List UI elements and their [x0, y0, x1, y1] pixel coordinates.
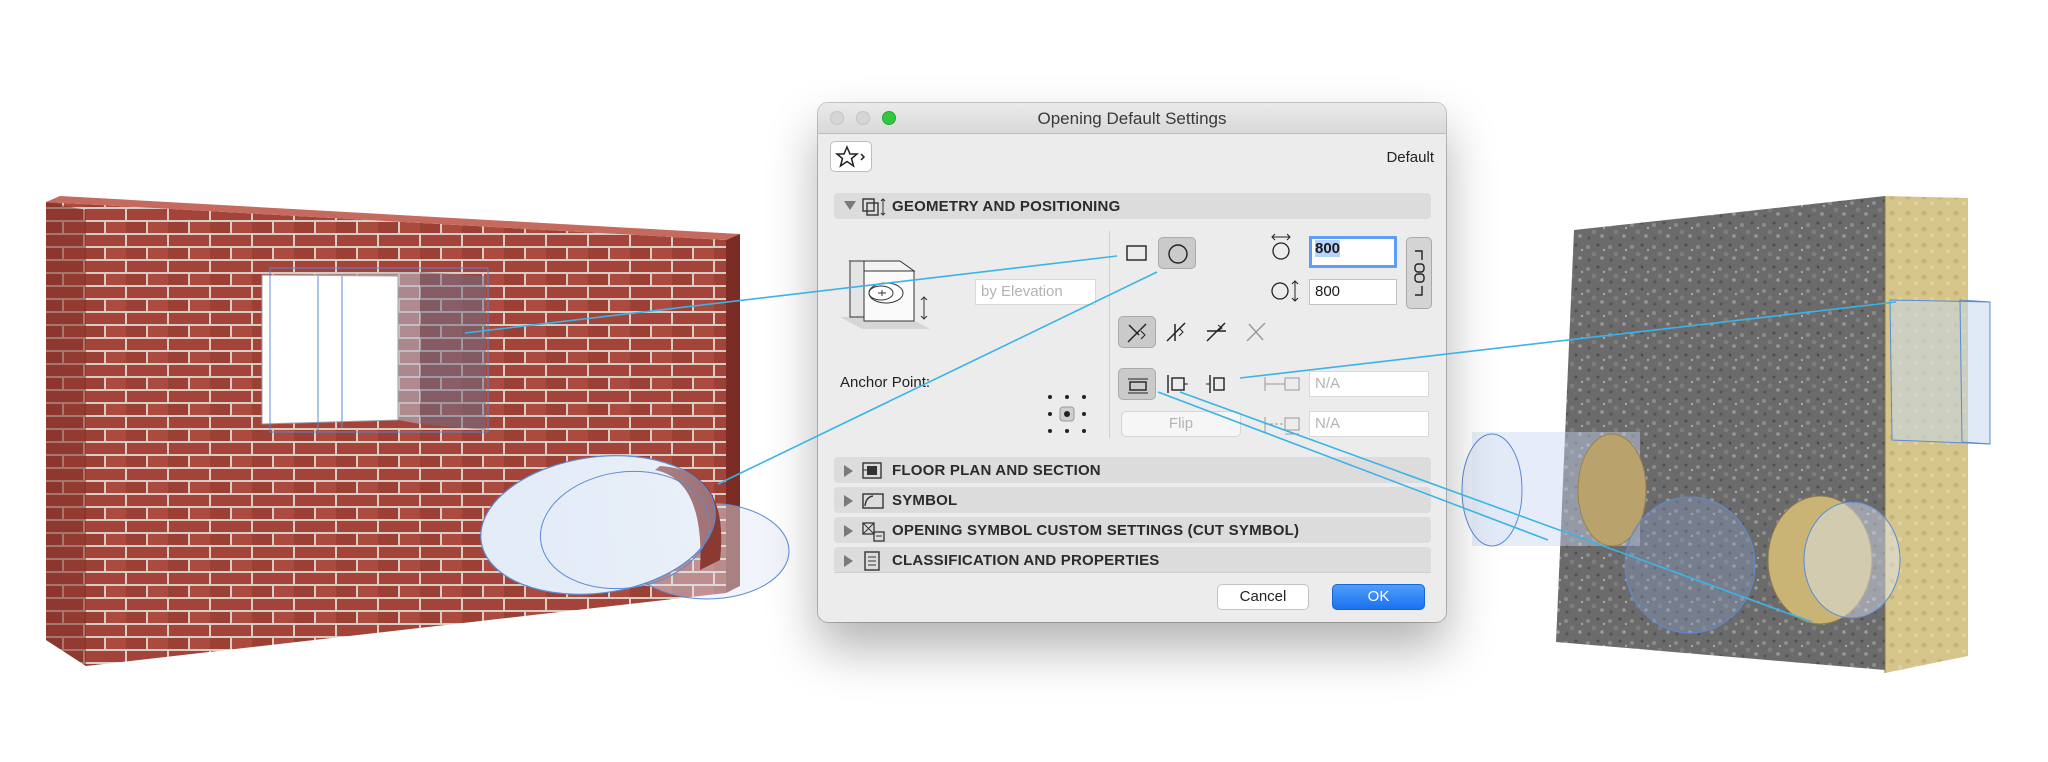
- section-floor-plan-and-section[interactable]: FLOOR PLAN AND SECTION: [834, 457, 1431, 483]
- section-label: SYMBOL: [892, 492, 958, 509]
- anchor-mode-1-icon: [1128, 378, 1148, 394]
- width-value: 800: [1315, 240, 1341, 257]
- default-label: Default: [1386, 149, 1434, 166]
- offset-1-icon: [1264, 377, 1300, 391]
- section-classification-and-properties[interactable]: CLASSIFICATION AND PROPERTIES: [834, 547, 1431, 573]
- orientation-2-icon: [1166, 322, 1186, 342]
- anchor-point-label: Anchor Point:: [840, 374, 931, 391]
- height-input[interactable]: 800: [1309, 279, 1397, 305]
- star-icon: [835, 145, 866, 168]
- cancel-button[interactable]: Cancel: [1217, 584, 1309, 610]
- anchor-point-grid[interactable]: [1046, 393, 1088, 435]
- diameter-height-icon: [1271, 280, 1299, 302]
- geometry-icon: [862, 198, 886, 216]
- triangle-down-icon: [844, 201, 856, 210]
- elevation-input[interactable]: by Elevation: [975, 279, 1096, 305]
- section-geometry-and-positioning[interactable]: GEOMETRY AND POSITIONING: [834, 193, 1431, 219]
- title-bar[interactable]: Opening Default Settings: [818, 103, 1446, 134]
- custom-symbol-icon: [862, 522, 885, 542]
- circle-icon: [1168, 244, 1188, 264]
- diameter-width-icon: [1271, 233, 1291, 260]
- ok-button[interactable]: OK: [1332, 584, 1425, 610]
- anchor-mode-2-icon: [1167, 375, 1188, 393]
- classification-icon: [864, 551, 880, 571]
- orientation-option-1[interactable]: [1118, 316, 1156, 348]
- symbol-icon: [862, 493, 884, 509]
- opening-preview-icon: [840, 260, 930, 329]
- floor-plan-icon: [862, 462, 882, 479]
- anchor-mode-2[interactable]: [1158, 368, 1196, 400]
- rectangle-icon: [1126, 245, 1147, 261]
- brick-wall-model: [46, 196, 790, 666]
- orientation-option-3[interactable]: [1198, 316, 1236, 348]
- section-label: CLASSIFICATION AND PROPERTIES: [892, 552, 1160, 569]
- favorites-button[interactable]: [830, 141, 872, 172]
- stone-wall-model: [1461, 196, 1991, 673]
- offset-input-1[interactable]: N/A: [1309, 371, 1429, 397]
- orientation-3-icon: [1206, 322, 1226, 342]
- orientation-option-2[interactable]: [1158, 316, 1196, 348]
- offset-input-2[interactable]: N/A: [1309, 411, 1429, 437]
- triangle-right-icon: [844, 495, 853, 507]
- section-label: GEOMETRY AND POSITIONING: [892, 198, 1121, 215]
- orientation-1-icon: [1127, 323, 1147, 343]
- divider: [1109, 231, 1110, 438]
- section-label: FLOOR PLAN AND SECTION: [892, 462, 1101, 479]
- anchor-mode-3-icon: [1206, 375, 1225, 393]
- rectangle-shape-button[interactable]: [1118, 237, 1156, 269]
- triangle-right-icon: [844, 555, 853, 567]
- orientation-option-4[interactable]: [1238, 316, 1276, 348]
- orientation-4-icon: [1246, 322, 1266, 342]
- circle-shape-button[interactable]: [1158, 237, 1196, 269]
- triangle-right-icon: [844, 525, 853, 537]
- section-symbol[interactable]: SYMBOL: [834, 487, 1431, 513]
- offset-2-icon: [1264, 417, 1300, 435]
- link-dimensions-button[interactable]: [1406, 237, 1432, 309]
- triangle-right-icon: [844, 465, 853, 477]
- dialog-title: Opening Default Settings: [1037, 109, 1227, 128]
- flip-button[interactable]: Flip: [1121, 411, 1241, 437]
- width-input[interactable]: 800: [1309, 236, 1397, 268]
- section-label: OPENING SYMBOL CUSTOM SETTINGS (CUT SYMB…: [892, 522, 1300, 539]
- section-opening-symbol-custom-settings[interactable]: OPENING SYMBOL CUSTOM SETTINGS (CUT SYMB…: [834, 517, 1431, 543]
- anchor-mode-3[interactable]: [1198, 368, 1236, 400]
- anchor-mode-1[interactable]: [1118, 368, 1156, 400]
- opening-default-settings-dialog: Opening Default Settings Default GEOMETR…: [818, 103, 1446, 622]
- chain-link-icon: [1414, 250, 1425, 296]
- footer-divider: [834, 572, 1431, 573]
